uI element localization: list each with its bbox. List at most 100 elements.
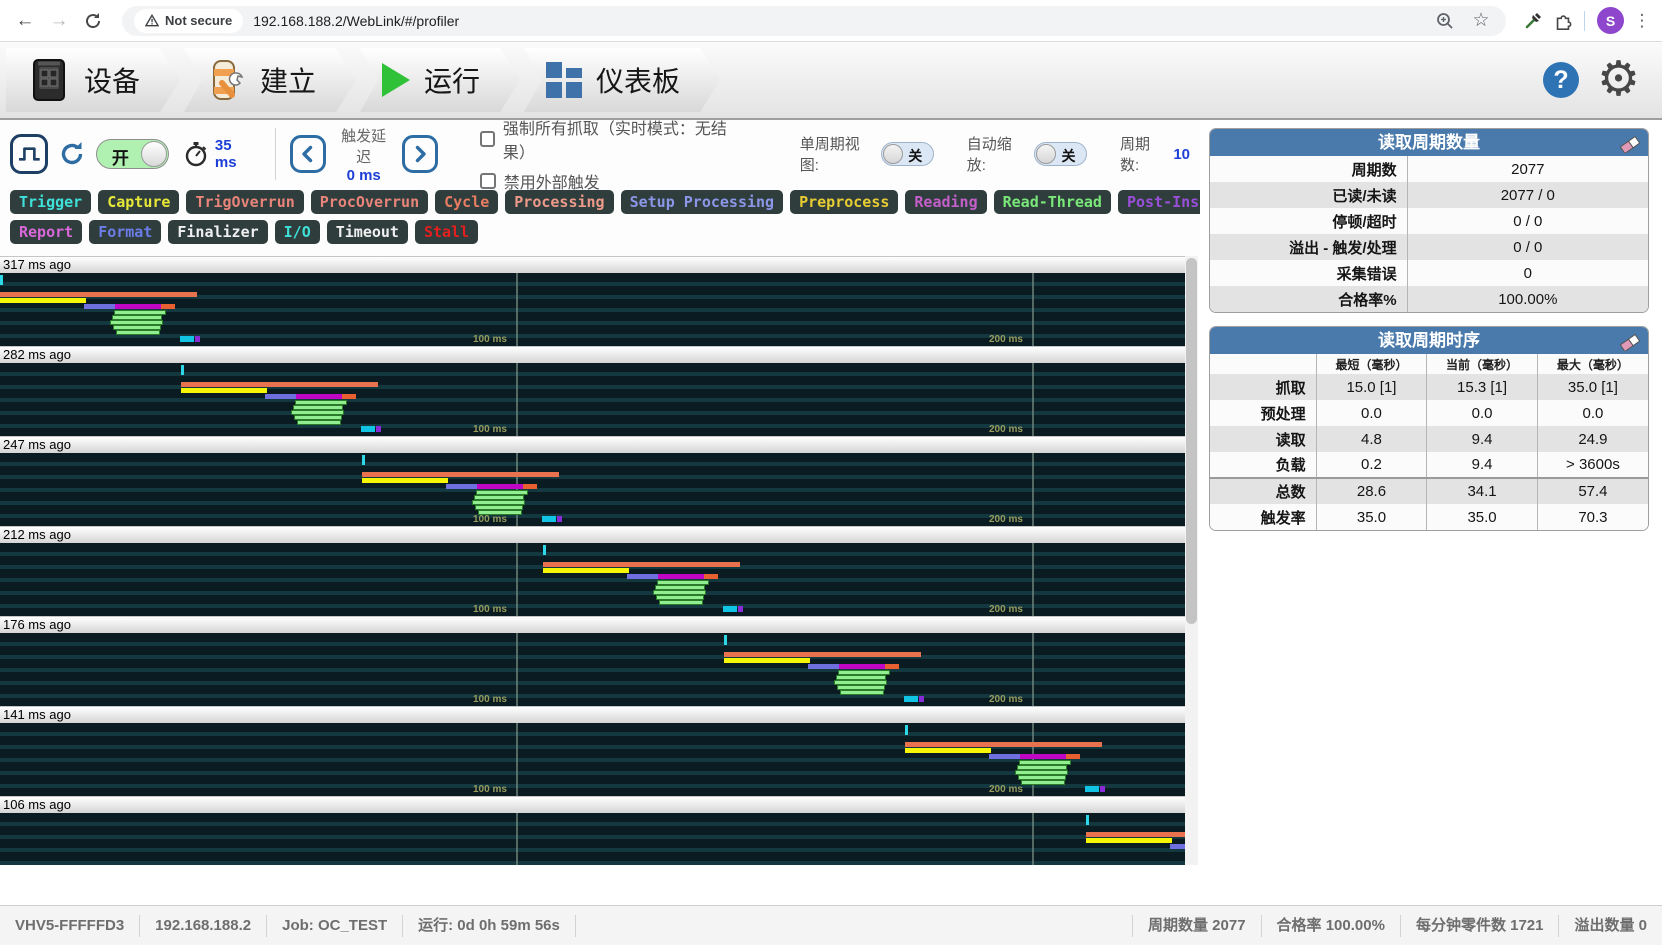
setup-processing-bar bbox=[808, 664, 839, 669]
table-row: 预处理0.00.00.0 bbox=[1210, 400, 1648, 426]
nav-tab-label: 运行 bbox=[424, 60, 480, 100]
strip-chart-area: 100 ms200 ms bbox=[0, 273, 1185, 346]
row-value: 9.4 bbox=[1427, 426, 1538, 452]
legend-badge-i-o[interactable]: I/O bbox=[275, 220, 320, 244]
zoom-icon[interactable] bbox=[1432, 8, 1458, 34]
legend-badge-trigoverrun[interactable]: TrigOverrun bbox=[186, 190, 303, 214]
row-value: 35.0 bbox=[1427, 504, 1538, 530]
row-value: 100.00% bbox=[1407, 286, 1648, 312]
not-secure-chip[interactable]: Not secure bbox=[134, 9, 243, 33]
legend-badge-timeout[interactable]: Timeout bbox=[327, 220, 408, 244]
nav-tab-dashboard[interactable]: 仪表板 bbox=[524, 48, 720, 112]
reading-bar bbox=[658, 574, 704, 579]
back-button[interactable]: ← bbox=[10, 6, 40, 36]
timeline-strip: 106 ms ago100 ms200 ms bbox=[0, 796, 1185, 865]
force-capture-checkbox[interactable] bbox=[480, 131, 495, 147]
legend-badge-format[interactable]: Format bbox=[89, 220, 161, 244]
io-bar bbox=[1085, 786, 1099, 792]
time-gridline-label: 200 ms bbox=[989, 514, 1023, 525]
legend-badge-stall[interactable]: Stall bbox=[415, 220, 478, 244]
legend-badge-trigger[interactable]: Trigger bbox=[10, 190, 91, 214]
device-icon bbox=[28, 57, 70, 103]
time-gridline-label: 100 ms bbox=[473, 694, 507, 705]
settings-gear-icon[interactable]: ⚙ bbox=[1597, 56, 1640, 104]
strip-time-label: 141 ms ago bbox=[0, 706, 1185, 723]
legend-badge-setup-processing[interactable]: Setup Processing bbox=[621, 190, 784, 214]
legend-badge-reading[interactable]: Reading bbox=[905, 190, 986, 214]
row-value: 15.3 [1] bbox=[1427, 374, 1538, 400]
legend-badge-processing[interactable]: Processing bbox=[505, 190, 613, 214]
reload-button[interactable] bbox=[78, 6, 108, 36]
eraser-icon[interactable] bbox=[1620, 332, 1641, 359]
legend-badge-finalizer[interactable]: Finalizer bbox=[168, 220, 267, 244]
stopwatch-icon bbox=[183, 140, 209, 168]
address-bar[interactable]: Not secure 192.168.188.2/WebLink/#/profi… bbox=[122, 6, 1506, 36]
legend-badge-capture[interactable]: Capture bbox=[98, 190, 179, 214]
cycle-bar bbox=[543, 562, 740, 567]
post-inspection-bar bbox=[1100, 786, 1105, 792]
timeline-strip: 317 ms ago100 ms200 ms bbox=[0, 256, 1185, 346]
nav-tab-setup[interactable]: 建立 bbox=[184, 48, 356, 112]
bookmark-star-icon[interactable]: ☆ bbox=[1468, 8, 1494, 34]
timing-col-header: 最短（毫秒） bbox=[1316, 354, 1427, 374]
legend-badge-cycle[interactable]: Cycle bbox=[435, 190, 498, 214]
legend-badge-report[interactable]: Report bbox=[10, 220, 82, 244]
single-cycle-toggle[interactable]: 关 bbox=[881, 142, 935, 166]
nav-tab-device[interactable]: 设备 bbox=[6, 48, 180, 112]
extensions-icon[interactable] bbox=[1550, 8, 1576, 34]
read-thread-bar bbox=[840, 690, 884, 695]
legend-badge-procoverrun[interactable]: ProcOverrun bbox=[311, 190, 428, 214]
status-item: Job: OC_TEST bbox=[267, 915, 403, 937]
dashboard-icon bbox=[546, 62, 582, 98]
profiler-pulse-button[interactable] bbox=[10, 134, 48, 174]
time-gridline bbox=[1032, 633, 1034, 706]
trigger-delay: 触发延迟 0 ms bbox=[336, 125, 392, 184]
charts-scrollbar[interactable] bbox=[1185, 256, 1198, 865]
read-thread-bar bbox=[659, 600, 703, 605]
time-gridline-label: 200 ms bbox=[989, 424, 1023, 435]
color-picker-icon[interactable] bbox=[1520, 8, 1546, 34]
strip-time-label: 212 ms ago bbox=[0, 526, 1185, 543]
status-item: 每分钟零件数 1721 bbox=[1400, 915, 1559, 937]
cycles-count-value[interactable]: 10 bbox=[1173, 146, 1190, 163]
warning-icon bbox=[145, 14, 159, 27]
toggle-knob bbox=[141, 141, 167, 167]
row-value: > 3600s bbox=[1537, 452, 1648, 478]
row-label: 溢出 - 触发/处理 bbox=[1210, 234, 1407, 260]
autoscale-toggle[interactable]: 关 bbox=[1034, 142, 1088, 166]
strip-chart-area: 100 ms 200 ms bbox=[0, 363, 1185, 436]
cycle-bar bbox=[905, 742, 1102, 747]
time-gridline bbox=[516, 273, 518, 346]
disable-external-trigger-checkbox[interactable] bbox=[480, 173, 496, 189]
refresh-button[interactable] bbox=[58, 140, 86, 168]
scrollbar-thumb[interactable] bbox=[1186, 258, 1197, 624]
io-bar bbox=[723, 606, 737, 612]
run-toggle[interactable]: 开 bbox=[96, 139, 169, 169]
table-row: 合格率%100.00% bbox=[1210, 286, 1648, 312]
time-gridline bbox=[516, 813, 518, 865]
timeline-strip: 247 ms ago100 ms200 ms bbox=[0, 436, 1185, 526]
time-gridline-label: 100 ms bbox=[473, 424, 507, 435]
post-inspection-bar bbox=[919, 696, 924, 702]
setup-processing-bar bbox=[446, 484, 477, 489]
forward-button[interactable]: → bbox=[44, 6, 74, 36]
delay-increase-button[interactable] bbox=[402, 135, 438, 173]
strip-time-label: 317 ms ago bbox=[0, 256, 1185, 273]
delay-decrease-button[interactable] bbox=[290, 135, 326, 173]
time-gridline-label: 100 ms bbox=[473, 334, 507, 345]
profiler-timeline: 317 ms ago100 ms200 ms282 ms ago100 ms20… bbox=[0, 256, 1185, 865]
help-button[interactable]: ? bbox=[1543, 62, 1579, 98]
eraser-icon[interactable] bbox=[1620, 134, 1641, 161]
pulse-icon bbox=[16, 141, 42, 167]
table-row: 周期数2077 bbox=[1210, 156, 1648, 182]
profile-avatar[interactable]: S bbox=[1597, 7, 1624, 34]
reading-bar bbox=[115, 304, 161, 309]
table-row: 抓取15.0 [1]15.3 [1]35.0 [1] bbox=[1210, 374, 1648, 400]
legend-badge-read-thread[interactable]: Read-Thread bbox=[994, 190, 1111, 214]
cycle-bar bbox=[724, 652, 921, 657]
nav-tab-run[interactable]: 运行 bbox=[360, 48, 520, 112]
legend-badge-preprocess[interactable]: Preprocess bbox=[790, 190, 898, 214]
time-gridline bbox=[516, 723, 518, 796]
browser-menu-icon[interactable]: ⋮ bbox=[1632, 11, 1652, 31]
autoscale-state: 关 bbox=[1061, 146, 1075, 166]
